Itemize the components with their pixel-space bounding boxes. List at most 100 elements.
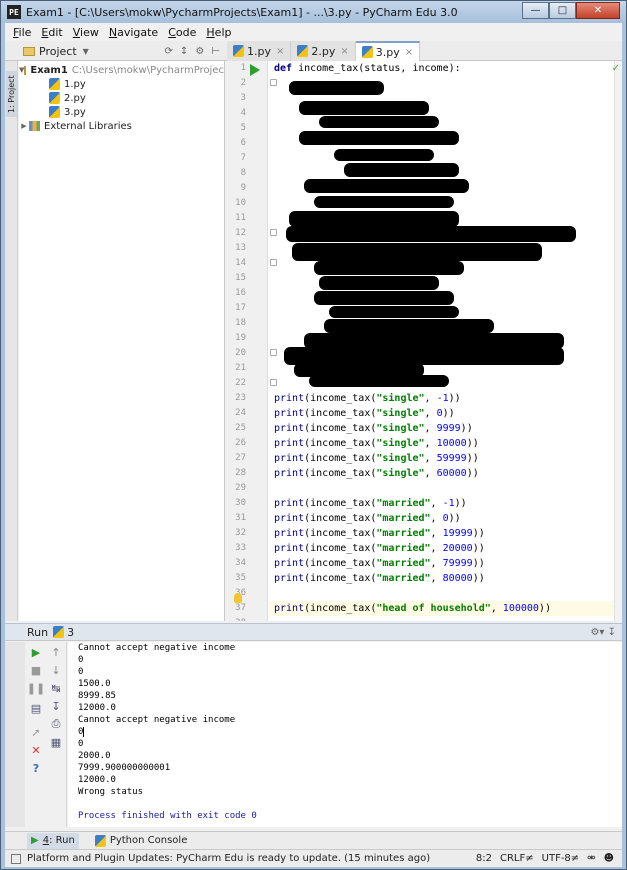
project-tool-button[interactable]: 1: Project — [6, 71, 17, 117]
close-run-icon[interactable]: ✕ — [30, 744, 42, 757]
folder-icon — [24, 65, 27, 75]
tab-python-console[interactable]: Python Console — [91, 833, 192, 849]
library-icon — [29, 121, 40, 131]
file-encoding[interactable]: UTF-8≠ — [542, 853, 580, 864]
line-number: 24 — [235, 408, 246, 418]
redaction — [329, 306, 459, 318]
help-icon[interactable]: ? — [30, 762, 42, 775]
menu-item[interactable]: Navigate — [104, 26, 163, 39]
redaction — [334, 149, 434, 161]
tree-external-libraries[interactable]: ▶ External Libraries — [19, 119, 224, 133]
console-line: Cannot accept negative income — [78, 715, 236, 725]
code-line-print: print(income_tax("single", 0)) — [274, 408, 455, 419]
collapsed-arrow-icon[interactable]: ▶ — [19, 122, 29, 130]
stop-icon[interactable]: ■ — [30, 664, 42, 677]
project-panel-title: Project — [39, 44, 77, 58]
clear-all-icon[interactable]: ▦ — [50, 736, 62, 749]
scroll-down-icon[interactable]: ↓ — [50, 664, 62, 677]
code-line-print: print(income_tax("married", 80000)) — [274, 573, 485, 584]
lightbulb-icon[interactable] — [234, 593, 242, 603]
tab-3.py[interactable]: 3.py × — [355, 41, 421, 61]
external-libraries-label: External Libraries — [44, 120, 132, 132]
line-separator[interactable]: CRLF≠ — [500, 853, 534, 864]
file-label: 3.py — [64, 106, 86, 118]
line-number: 31 — [235, 513, 246, 523]
menu-item[interactable]: View — [68, 26, 104, 39]
hide-panel-icon[interactable]: ⊢ — [211, 46, 220, 57]
code-area[interactable]: def income_tax(status, income): print(in… — [274, 61, 614, 621]
tool-windows-toggle-icon[interactable] — [11, 853, 21, 864]
tab-2.py[interactable]: 2.py × — [291, 41, 356, 61]
console-line: 0 — [78, 655, 84, 665]
tab-label: 1.py — [247, 44, 271, 58]
editor-scrollbar[interactable]: ✓ — [612, 61, 622, 621]
title-bar: PE Exam1 - [C:\Users\mokw\PycharmProject… — [1, 1, 626, 23]
python-file-icon — [49, 92, 60, 104]
tab-1.py[interactable]: 1.py × — [227, 41, 292, 61]
gear-icon[interactable]: ⚙ — [195, 46, 204, 57]
run-toolbar-secondary: ↑ ↓ ↹ ↧ ⎙ ▦ — [45, 642, 67, 827]
run-config-name[interactable]: 3 — [67, 626, 74, 639]
tree-file[interactable]: 2.py — [19, 91, 224, 105]
pause-icon[interactable]: ❚❚ — [27, 682, 45, 695]
tab-run[interactable]: ▶ 4: Run — [27, 832, 79, 849]
code-line-print: print(income_tax("head of household", 10… — [274, 603, 551, 614]
scroll-up-icon[interactable]: ↑ — [50, 646, 62, 659]
root-name: Exam1 — [30, 64, 68, 76]
restore-layout-icon[interactable]: ▤ — [30, 702, 42, 715]
tree-file[interactable]: 1.py — [19, 77, 224, 91]
menu-item[interactable]: Edit — [36, 26, 67, 39]
code-line-print: print(income_tax("single", 10000)) — [274, 438, 479, 449]
status-message[interactable]: Platform and Plugin Updates: PyCharm Edu… — [27, 853, 430, 864]
sync-icon[interactable]: ⟳ — [165, 46, 173, 57]
editor-tabs: 1.py × 2.py × 3.py × — [227, 41, 421, 61]
python-run-config-icon — [53, 626, 65, 638]
print-icon[interactable]: ⎙ — [50, 717, 62, 730]
inspector-icon[interactable]: ☻ — [604, 853, 614, 864]
run-left-strip — [5, 642, 25, 827]
python-file-icon — [297, 45, 309, 57]
code-line-def: def income_tax(status, income): — [274, 63, 461, 74]
run-gutter-icon[interactable] — [250, 64, 260, 76]
rerun-icon[interactable]: ▶ — [30, 646, 42, 659]
console-line: 12000.0 — [78, 703, 116, 713]
tree-file[interactable]: 3.py — [19, 105, 224, 119]
lock-icon[interactable]: ⚮ — [587, 853, 595, 864]
console-line: Wrong status — [78, 787, 144, 797]
soft-wrap-icon[interactable]: ↹ — [50, 682, 62, 695]
code-editor[interactable]: 1 2 3 4 5 6 7 8 9 10 11 12 13 14 15 16 17 18 19 20 21 22 23 24 2… — [226, 61, 622, 621]
maximize-button[interactable]: □ — [549, 2, 576, 19]
menu-item[interactable]: Code — [163, 26, 201, 39]
run-panel-settings-icon[interactable]: ⚙▾ ↧ — [590, 627, 616, 638]
redaction — [314, 291, 454, 305]
console-line: 12000.0 — [78, 775, 116, 785]
minimize-button[interactable]: — — [522, 2, 549, 19]
close-button[interactable]: ✕ — [576, 2, 620, 19]
line-number: 17 — [235, 303, 246, 313]
python-file-icon — [361, 46, 373, 58]
dropdown-icon[interactable]: ▼ — [83, 47, 89, 56]
project-panel-header[interactable]: Project ▼ ⟳ ↕ ⚙ ⊢ — [19, 41, 224, 61]
caret-position[interactable]: 8:2 — [476, 853, 492, 864]
line-number: 13 — [235, 243, 246, 253]
line-number: 28 — [235, 468, 246, 478]
scroll-to-end-icon[interactable]: ↧ — [50, 700, 62, 713]
tree-root[interactable]: ▼ Exam1 C:\Users\mokw\PycharmProjects\Ex — [19, 63, 224, 77]
redaction — [324, 319, 494, 333]
redaction — [304, 179, 469, 193]
console-line: 0 — [78, 726, 85, 737]
menu-item[interactable]: Help — [201, 26, 236, 39]
pycharm-logo-icon: PE — [7, 5, 21, 19]
python-console-icon — [94, 834, 106, 847]
line-number: 11 — [235, 213, 246, 223]
close-tab-icon[interactable]: × — [340, 46, 348, 57]
menu-item[interactable]: File — [8, 26, 36, 39]
line-number: 23 — [235, 393, 246, 403]
console-line: 0 — [78, 739, 84, 749]
run-console-output[interactable]: Cannot accept negative income 0 0 1500.0 899… — [68, 642, 622, 827]
close-tab-icon[interactable]: × — [405, 47, 413, 58]
collapse-icon[interactable]: ↕ — [180, 46, 188, 57]
pin-icon[interactable]: ➚ — [30, 726, 42, 739]
close-tab-icon[interactable]: × — [276, 46, 284, 57]
line-number: 3 — [240, 93, 246, 103]
